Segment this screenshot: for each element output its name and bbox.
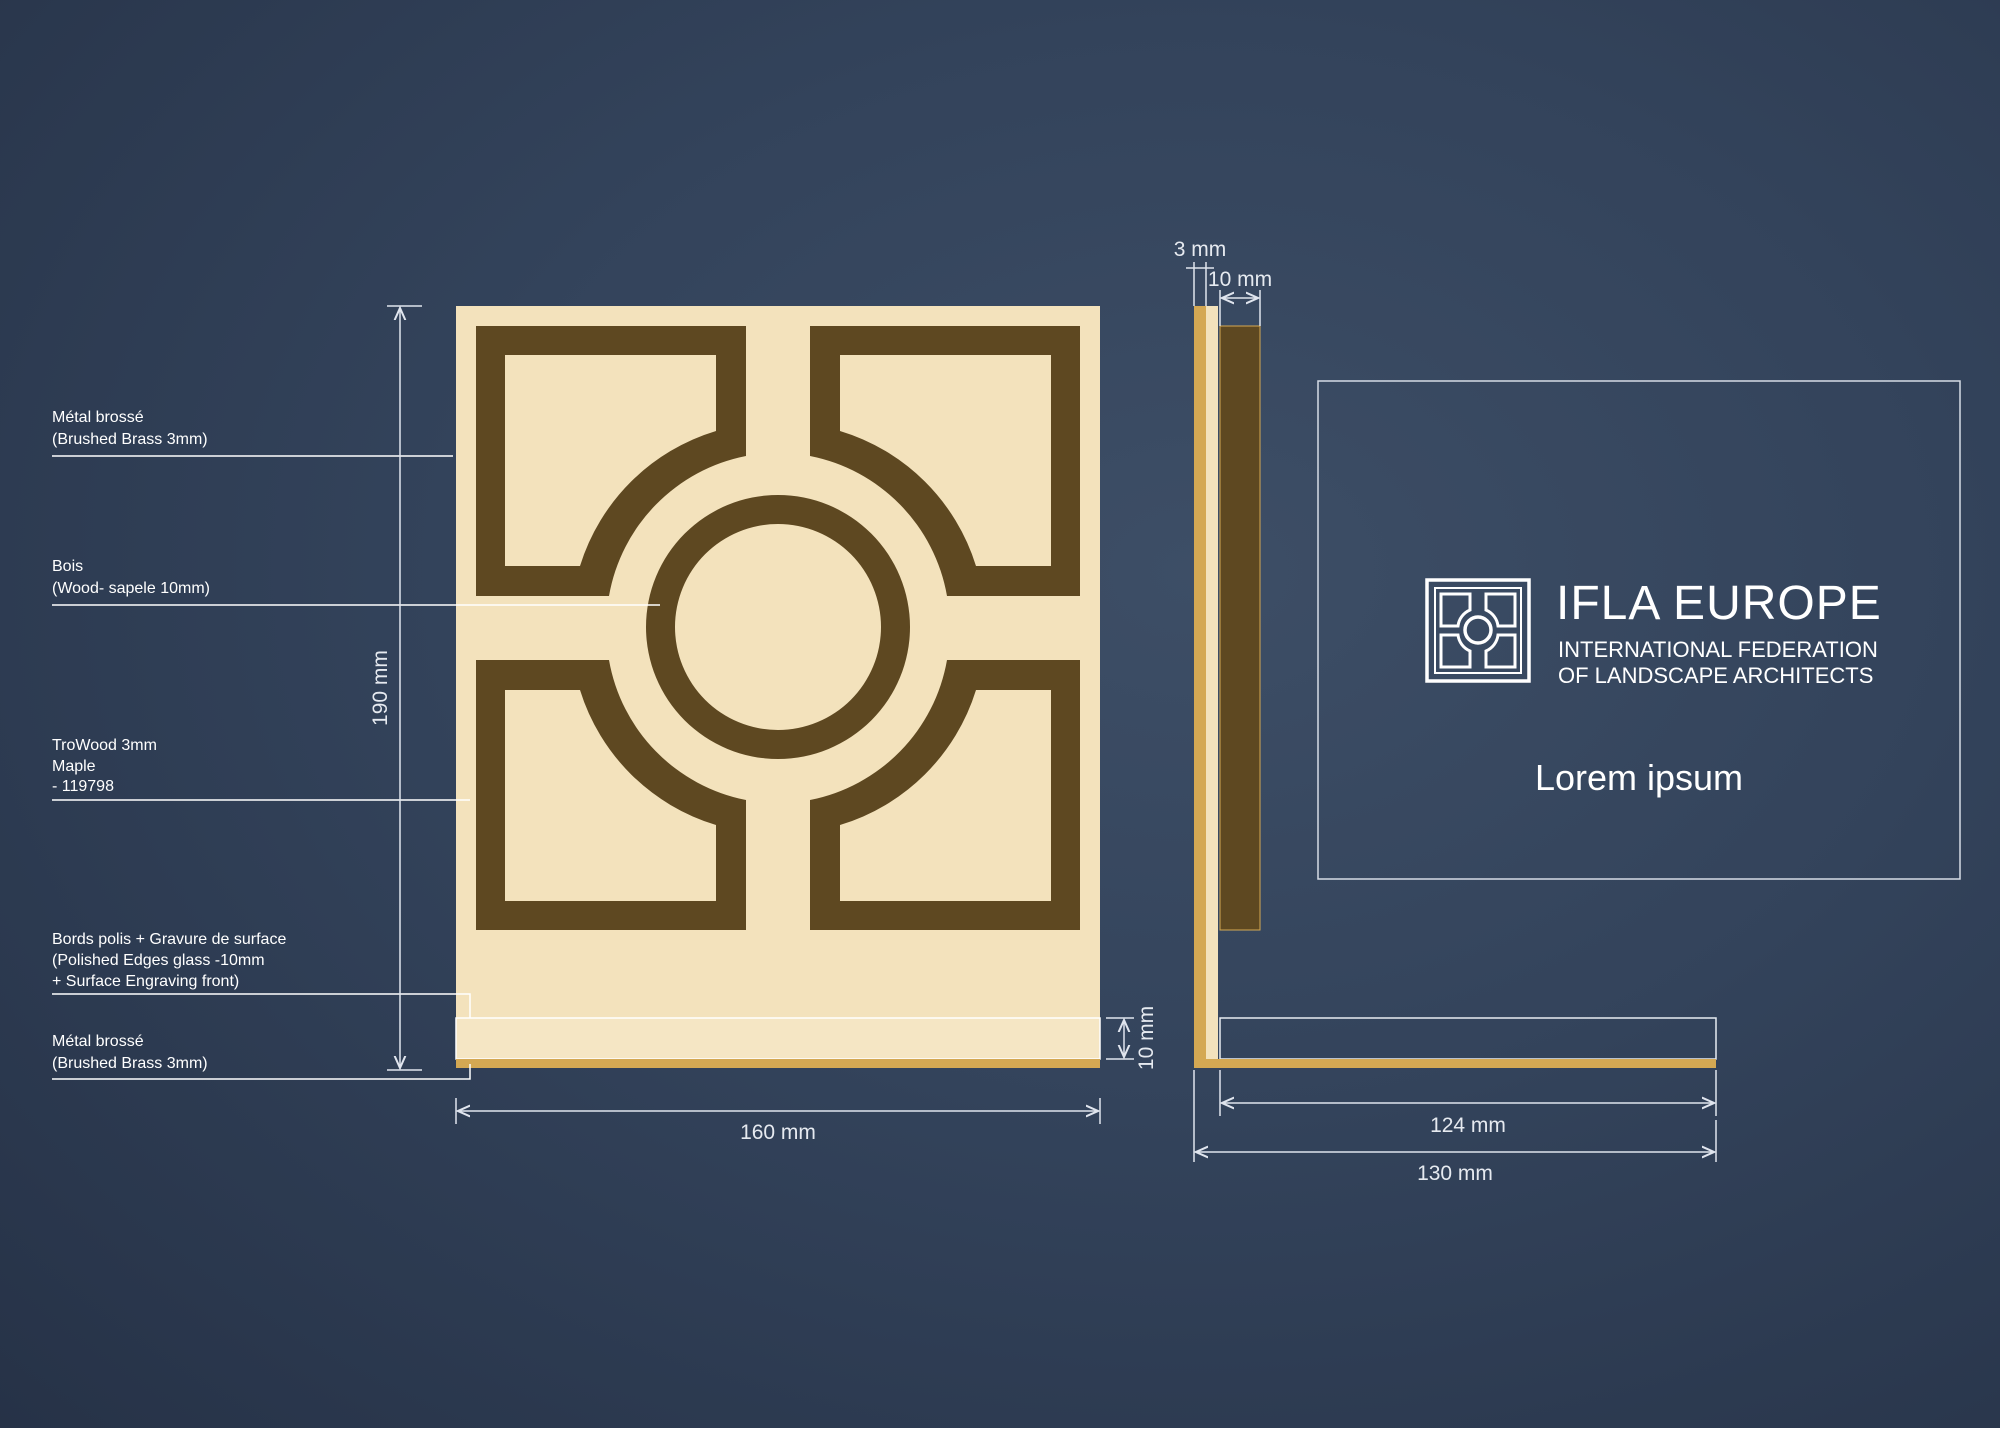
logo-subtitle-line2: OF LANDSCAPE ARCHITECTS xyxy=(1558,663,1873,688)
brass-base-strip xyxy=(456,1059,1100,1068)
dim-side-thickness-label: 3 mm xyxy=(1174,238,1227,261)
label-glass-en2: + Surface Engraving front) xyxy=(52,973,239,990)
side-glass-base xyxy=(1219,1017,1717,1060)
logo-box: IFLA EUROPE INTERNATIONAL FEDERATION OF … xyxy=(1317,380,1961,880)
side-brass-base xyxy=(1194,1059,1716,1068)
front-panel xyxy=(455,306,1101,1068)
side-brass-plate xyxy=(1194,306,1206,1068)
label-glass-en1: (Polished Edges glass -10mm xyxy=(52,952,265,969)
label-brass-top-fr: Métal brossé xyxy=(52,409,144,426)
logo-tagline: Lorem ipsum xyxy=(1535,757,1743,798)
label-wood-en: (Wood- sapele 10mm) xyxy=(52,580,210,597)
dim-wood-thickness-label: 10 mm xyxy=(1208,268,1272,291)
glass-base xyxy=(455,1017,1101,1060)
label-wood-fr: Bois xyxy=(52,558,83,575)
dim-depth-outer-label: 130 mm xyxy=(1417,1162,1493,1185)
logo-box-frame xyxy=(1317,380,1961,880)
label-trowood-1: TroWood 3mm xyxy=(52,737,157,754)
side-trowood xyxy=(1206,306,1218,1061)
label-brass-top-en: (Brushed Brass 3mm) xyxy=(52,431,208,448)
label-trowood-2: Maple xyxy=(52,758,96,775)
dim-height-label: 190 mm xyxy=(369,650,392,726)
label-brass-bottom-fr: Métal brossé xyxy=(52,1033,144,1050)
label-brass-bottom-en: (Brushed Brass 3mm) xyxy=(52,1055,208,1072)
side-wood-block xyxy=(1219,325,1261,931)
dim-base-height-label: 10 mm xyxy=(1135,1006,1158,1070)
label-glass-fr: Bords polis + Gravure de surface xyxy=(52,931,286,948)
dim-depth-inner-label: 124 mm xyxy=(1430,1114,1506,1137)
logo-subtitle-line1: INTERNATIONAL FEDERATION xyxy=(1558,637,1878,662)
technical-drawing: IFLA EUROPE INTERNATIONAL FEDERATION OF … xyxy=(52,238,1961,1185)
drawing-canvas: IFLA EUROPE INTERNATIONAL FEDERATION OF … xyxy=(0,0,2000,1428)
ifla-logo-icon xyxy=(1425,578,1531,683)
label-trowood-3: - 119798 xyxy=(52,778,114,795)
logo-title: IFLA EUROPE xyxy=(1556,577,1882,630)
dim-width-label: 160 mm xyxy=(740,1121,816,1144)
